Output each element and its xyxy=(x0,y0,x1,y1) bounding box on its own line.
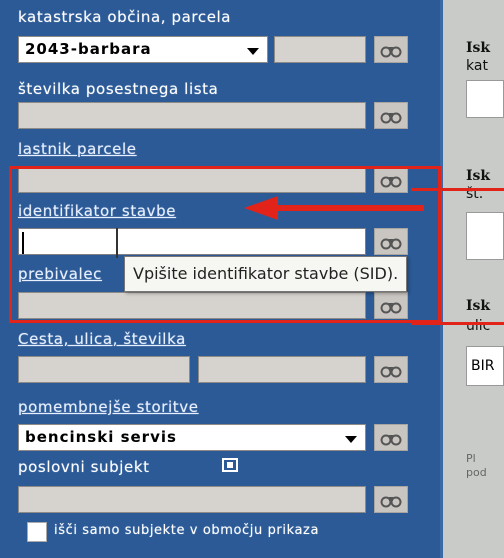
arrow-left-icon xyxy=(244,196,424,220)
services-select[interactable]: bencinski servis xyxy=(18,424,366,451)
search-sheet-button[interactable] xyxy=(374,102,408,129)
highlight-line-top xyxy=(411,188,504,191)
binoculars-icon xyxy=(380,366,402,377)
dropdown-arrow-icon[interactable] xyxy=(345,436,357,443)
binoculars-icon xyxy=(380,46,402,57)
highlight-line-bottom xyxy=(411,322,504,325)
rp-note-2: pod xyxy=(466,466,487,479)
search-services-button[interactable] xyxy=(374,424,408,451)
street-input[interactable] xyxy=(18,356,190,383)
business-input[interactable] xyxy=(18,486,366,513)
house-number-input[interactable] xyxy=(198,356,366,383)
dropdown-arrow-icon[interactable] xyxy=(247,48,259,55)
search-address-button[interactable] xyxy=(374,356,408,383)
area-only-checkbox[interactable] xyxy=(27,522,47,542)
parcel-input[interactable] xyxy=(274,36,366,63)
services-select-value: bencinski servis xyxy=(25,428,177,446)
area-only-label: išči samo subjekte v območju prikaza xyxy=(54,523,320,538)
rp-sub-3: ulic xyxy=(466,318,491,334)
rp-title-1: Isk xyxy=(466,40,491,56)
rp-title-3: Isk xyxy=(466,298,491,314)
rp-field-3[interactable]: BIR xyxy=(466,346,504,386)
owner-link[interactable]: lastnik parcele xyxy=(18,140,137,158)
business-label: poslovni subjekt xyxy=(18,458,150,476)
sheet-number-label: številka posestnega lista xyxy=(18,80,219,98)
highlight-box xyxy=(9,166,441,323)
search-cadastral-button[interactable] xyxy=(374,36,408,63)
rp-field-2[interactable] xyxy=(466,212,504,260)
binoculars-icon xyxy=(380,112,402,123)
rp-title-2: Isk xyxy=(466,168,491,184)
binoculars-icon xyxy=(380,434,402,445)
rp-field-1[interactable] xyxy=(466,80,504,118)
cadastral-select-value: 2043-barbara xyxy=(25,40,152,58)
search-business-button[interactable] xyxy=(374,486,408,513)
rp-sub-1: kat xyxy=(466,58,488,74)
building-id-tooltip: Vpišite identifikator stavbe (SID). xyxy=(124,256,408,292)
cadastral-select[interactable]: 2043-barbara xyxy=(18,36,268,63)
address-link[interactable]: Cesta, ulica, številka xyxy=(18,330,186,348)
binoculars-icon xyxy=(380,496,402,507)
sheet-number-input[interactable] xyxy=(18,102,366,129)
services-label: pomembnejše storitve xyxy=(18,398,199,416)
cadastral-label: katastrska občina, parcela xyxy=(18,8,232,26)
rp-note-1: Pl xyxy=(466,452,476,465)
info-icon[interactable] xyxy=(222,458,238,472)
